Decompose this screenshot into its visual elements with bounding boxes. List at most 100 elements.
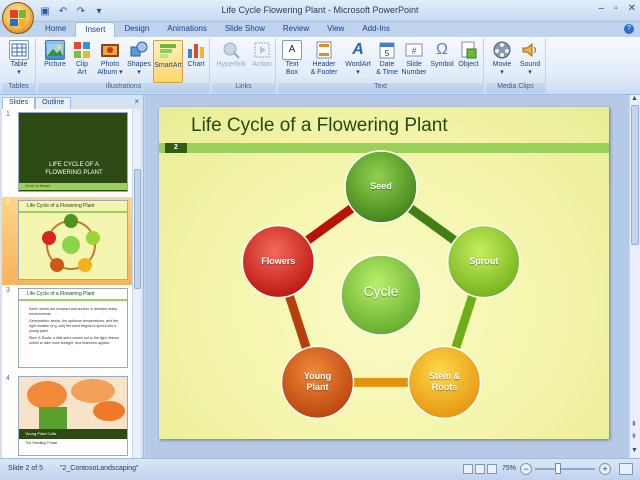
header-footer-icon [314, 40, 334, 60]
theme-name: "2_ContosoLandscaping" [60, 465, 139, 472]
group-label-text: Text [278, 83, 483, 93]
zoom-out-button[interactable]: − [520, 463, 532, 475]
slide-scrollbar[interactable]: ▲ ⇞ ⇟ ▼ [629, 95, 640, 458]
svg-text:#: # [411, 46, 416, 56]
chart-button[interactable]: Chart [184, 40, 208, 69]
maximize-button[interactable]: ▫ [614, 3, 618, 14]
text-box-button[interactable]: A Text Box [280, 40, 304, 77]
minimize-button[interactable]: – [599, 3, 605, 14]
svg-text:5: 5 [385, 49, 390, 58]
date-time-icon: 5 [377, 40, 397, 60]
zoom-slider-knob[interactable] [555, 463, 561, 474]
text-box-icon: A [282, 40, 302, 60]
clip-art-icon [72, 40, 92, 60]
object-button[interactable]: Object [455, 40, 482, 69]
slides-pane: Slides Outline × 1 LIFE CYCLE OF A FLOWE… [0, 95, 144, 458]
cycle-node-label: Stem & Roots [428, 371, 460, 393]
scroll-up-arrow[interactable]: ▲ [631, 95, 638, 102]
action-icon [252, 40, 272, 60]
close-pane-icon[interactable]: × [134, 97, 139, 106]
smartart-button[interactable]: SmartArt [153, 40, 183, 83]
normal-view-button[interactable] [463, 464, 473, 474]
scroll-down-arrow[interactable]: ▼ [631, 447, 638, 454]
group-label-media: Media Clips [486, 83, 545, 93]
shapes-button[interactable]: Shapes ▾ [125, 40, 153, 77]
wordart-icon: A [352, 41, 364, 58]
picture-icon [45, 40, 65, 60]
sound-button[interactable]: Sound ▾ [516, 40, 544, 77]
tab-slide-show[interactable]: Slide Show [216, 22, 274, 37]
ribbon-tabs: Home Insert Design Animations Slide Show… [36, 22, 399, 37]
wordart-button[interactable]: A WordArt ▾ [342, 40, 374, 77]
table-button[interactable]: Table ▾ [6, 40, 32, 77]
picture-button[interactable]: Picture [41, 40, 69, 69]
tab-design[interactable]: Design [115, 22, 158, 37]
group-label-tables: Tables [2, 83, 35, 93]
group-text: A Text Box Header & Footer A WordArt ▾ 5… [278, 38, 484, 93]
action-button[interactable]: Action [250, 40, 274, 69]
photo-album-button[interactable]: Photo Album ▾ [95, 40, 125, 77]
slides-pane-scrollbar[interactable] [132, 109, 141, 458]
ribbon: Table ▾ Tables Picture Clip Art Photo Al… [0, 37, 640, 95]
thumb4-caption: Young Plant Cells [25, 431, 57, 436]
slide-thumbnail-4[interactable]: 4 Young Plant Cells The Seedling Phase [2, 373, 132, 458]
date-time-button[interactable]: 5 Date & Time [374, 40, 400, 77]
tab-review[interactable]: Review [274, 22, 318, 37]
tab-animations[interactable]: Animations [158, 22, 216, 37]
movie-button[interactable]: Movie ▾ [488, 40, 516, 77]
slide-editor: Life Cycle of a Flowering Plant 2 Seed Sp… [145, 95, 629, 458]
shapes-icon [129, 40, 149, 60]
tab-slides[interactable]: Slides [2, 97, 36, 109]
zoom-level[interactable]: 75% [502, 465, 516, 472]
zoom-in-button[interactable]: + [599, 463, 611, 475]
cycle-node-label: Seed [370, 181, 392, 191]
thumb3-title: Life Cycle of a Flowering Plant [27, 291, 95, 297]
tab-view[interactable]: View [318, 22, 353, 37]
cycle-node-label: Young Plant [303, 371, 332, 393]
group-links: Hyperlink Action Links [212, 38, 276, 93]
clip-art-button[interactable]: Clip Art [71, 40, 93, 77]
slide-number-icon: # [404, 40, 424, 60]
cycle-node-label: Flowers [261, 255, 296, 266]
office-button[interactable] [2, 2, 34, 34]
slideshow-view-button[interactable] [487, 464, 497, 474]
hyperlink-icon [221, 40, 241, 60]
thumb1-subtitle: Seed to flower [25, 183, 51, 188]
slide-sorter-button[interactable] [475, 464, 485, 474]
fit-to-window-button[interactable] [619, 463, 633, 475]
window-controls: – ▫ ✕ [599, 3, 637, 14]
tab-outline[interactable]: Outline [35, 97, 72, 109]
group-tables: Table ▾ Tables [2, 38, 36, 93]
zoom-slider[interactable] [535, 468, 595, 470]
tab-insert[interactable]: Insert [75, 22, 116, 37]
group-illustrations: Picture Clip Art Photo Album ▾ Shapes ▾ [38, 38, 210, 93]
slide-counter: Slide 2 of 5 [8, 465, 44, 472]
tab-add-ins[interactable]: Add-Ins [353, 22, 399, 37]
cycle-diagram[interactable] [159, 107, 609, 439]
speaker-icon [520, 40, 540, 60]
omega-icon: Ω [436, 41, 448, 58]
view-buttons [463, 464, 497, 474]
status-bar: Slide 2 of 5 "2_ContosoLandscaping" 75% … [0, 458, 640, 480]
thumb4-flower-photo [19, 377, 127, 429]
thumb1-title: LIFE CYCLE OF A FLOWERING PLANT [45, 162, 103, 176]
next-slide-icon[interactable]: ⇟ [631, 432, 637, 440]
tab-home[interactable]: Home [36, 22, 75, 37]
thumbnail-list: 1 LIFE CYCLE OF A FLOWERING PLANT Seed t… [2, 109, 132, 458]
slide-thumbnail-2[interactable]: 2 Life Cycle of a Flowering Plant [2, 197, 132, 285]
slide-thumbnail-3[interactable]: 3 Life Cycle of a Flowering Plant Seed: … [2, 285, 132, 373]
slide-canvas[interactable]: Life Cycle of a Flowering Plant 2 Seed Sp… [159, 107, 609, 439]
slide-thumbnail-1[interactable]: 1 LIFE CYCLE OF A FLOWERING PLANT Seed t… [2, 109, 132, 197]
prev-slide-icon[interactable]: ⇞ [631, 420, 637, 428]
film-reel-icon [492, 40, 512, 60]
header-footer-button[interactable]: Header & Footer [306, 40, 342, 77]
close-button[interactable]: ✕ [628, 3, 636, 14]
slide-number-button[interactable]: # Slide Number [400, 40, 428, 77]
help-icon[interactable]: ? [624, 24, 634, 34]
group-label-illustrations: Illustrations [38, 83, 209, 93]
hyperlink-button[interactable]: Hyperlink [214, 40, 248, 69]
table-icon [9, 40, 29, 60]
group-media: Movie ▾ Sound ▾ Media Clips [486, 38, 546, 93]
symbol-button[interactable]: Ω Symbol [429, 40, 455, 69]
table-label: Table [10, 61, 28, 68]
